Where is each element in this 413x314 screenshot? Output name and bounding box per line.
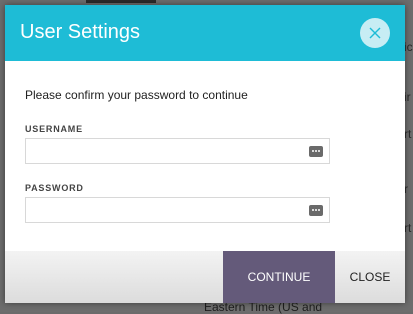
password-input[interactable]: [25, 197, 330, 223]
background-text-fragment: ici: [404, 40, 413, 54]
background-text-fragment: ir: [404, 90, 411, 104]
username-label: USERNAME: [25, 124, 83, 134]
close-button[interactable]: CLOSE: [335, 251, 405, 303]
background-tab: [86, 0, 156, 3]
dialog-footer: CONTINUE CLOSE: [5, 251, 405, 303]
username-input[interactable]: [25, 138, 330, 164]
dialog-body: Please confirm your password to continue…: [5, 61, 405, 251]
continue-button[interactable]: CONTINUE: [223, 251, 335, 303]
password-manager-icon[interactable]: [309, 205, 323, 216]
dialog-close-button[interactable]: [360, 18, 390, 48]
dialog-title: User Settings: [20, 21, 141, 43]
dialog-header: User Settings: [5, 5, 405, 61]
close-icon: [369, 27, 381, 39]
user-settings-dialog: User Settings Please confirm your passwo…: [5, 5, 405, 303]
background-text-fragment: r: [404, 182, 408, 196]
background-text-fragment: rt: [404, 221, 412, 235]
background-text-fragment: rt: [404, 127, 412, 141]
password-manager-icon[interactable]: [309, 146, 323, 157]
confirm-instruction: Please confirm your password to continue: [25, 88, 248, 102]
password-label: PASSWORD: [25, 183, 84, 193]
